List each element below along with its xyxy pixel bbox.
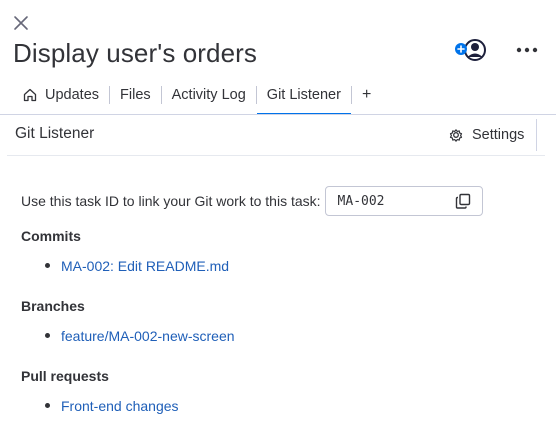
tab-bar: Updates Files Activity Log Git Listener … xyxy=(12,76,381,115)
commit-link[interactable]: MA-002: Edit README.md xyxy=(61,258,229,274)
branches-title: Branches xyxy=(21,298,85,314)
task-id-label: Use this task ID to link your Git work t… xyxy=(21,193,321,209)
close-button[interactable] xyxy=(12,14,30,32)
commits-list: MA-002: Edit README.md xyxy=(21,257,229,275)
list-item: feature/MA-002-new-screen xyxy=(21,327,235,345)
settings-label: Settings xyxy=(472,127,525,143)
add-tab-button[interactable]: + xyxy=(352,76,381,114)
more-options-button[interactable] xyxy=(514,40,540,60)
task-id-row: Use this task ID to link your Git work t… xyxy=(21,185,483,217)
close-icon xyxy=(14,16,28,30)
add-tab-label: + xyxy=(361,86,372,103)
tab-label: Files xyxy=(120,87,151,103)
task-id-field[interactable]: MA-002 xyxy=(324,186,483,216)
list-item: Front-end changes xyxy=(21,397,179,415)
settings-button[interactable]: Settings xyxy=(448,124,524,146)
add-subscriber-button[interactable] xyxy=(452,38,488,64)
tab-updates[interactable]: Updates xyxy=(12,76,109,114)
commits-title: Commits xyxy=(21,228,81,244)
tab-label: Git Listener xyxy=(266,87,341,103)
add-subscriber-icon xyxy=(455,39,486,61)
list-item: MA-002: Edit README.md xyxy=(21,257,229,275)
copy-icon[interactable] xyxy=(454,192,472,210)
pull-request-link[interactable]: Front-end changes xyxy=(61,398,179,414)
task-id-value: MA-002 xyxy=(337,193,385,209)
home-icon xyxy=(23,88,37,102)
branch-link[interactable]: feature/MA-002-new-screen xyxy=(61,328,235,344)
more-horizontal-icon xyxy=(516,47,538,53)
pull-requests-list: Front-end changes xyxy=(21,397,179,415)
branches-list: feature/MA-002-new-screen xyxy=(21,327,235,345)
gear-icon xyxy=(449,129,463,142)
tab-activity-log[interactable]: Activity Log xyxy=(162,76,256,114)
tab-label: Activity Log xyxy=(171,87,246,103)
item-title[interactable]: Display user's orders xyxy=(13,36,257,70)
pull-requests-title: Pull requests xyxy=(21,368,109,384)
tab-files[interactable]: Files xyxy=(110,76,161,114)
panel-divider xyxy=(536,119,537,151)
panel-header: Git Listener Settings xyxy=(7,115,545,156)
tab-git-listener[interactable]: Git Listener xyxy=(256,76,352,115)
tab-label: Updates xyxy=(45,87,100,103)
panel-title: Git Listener xyxy=(15,125,95,142)
